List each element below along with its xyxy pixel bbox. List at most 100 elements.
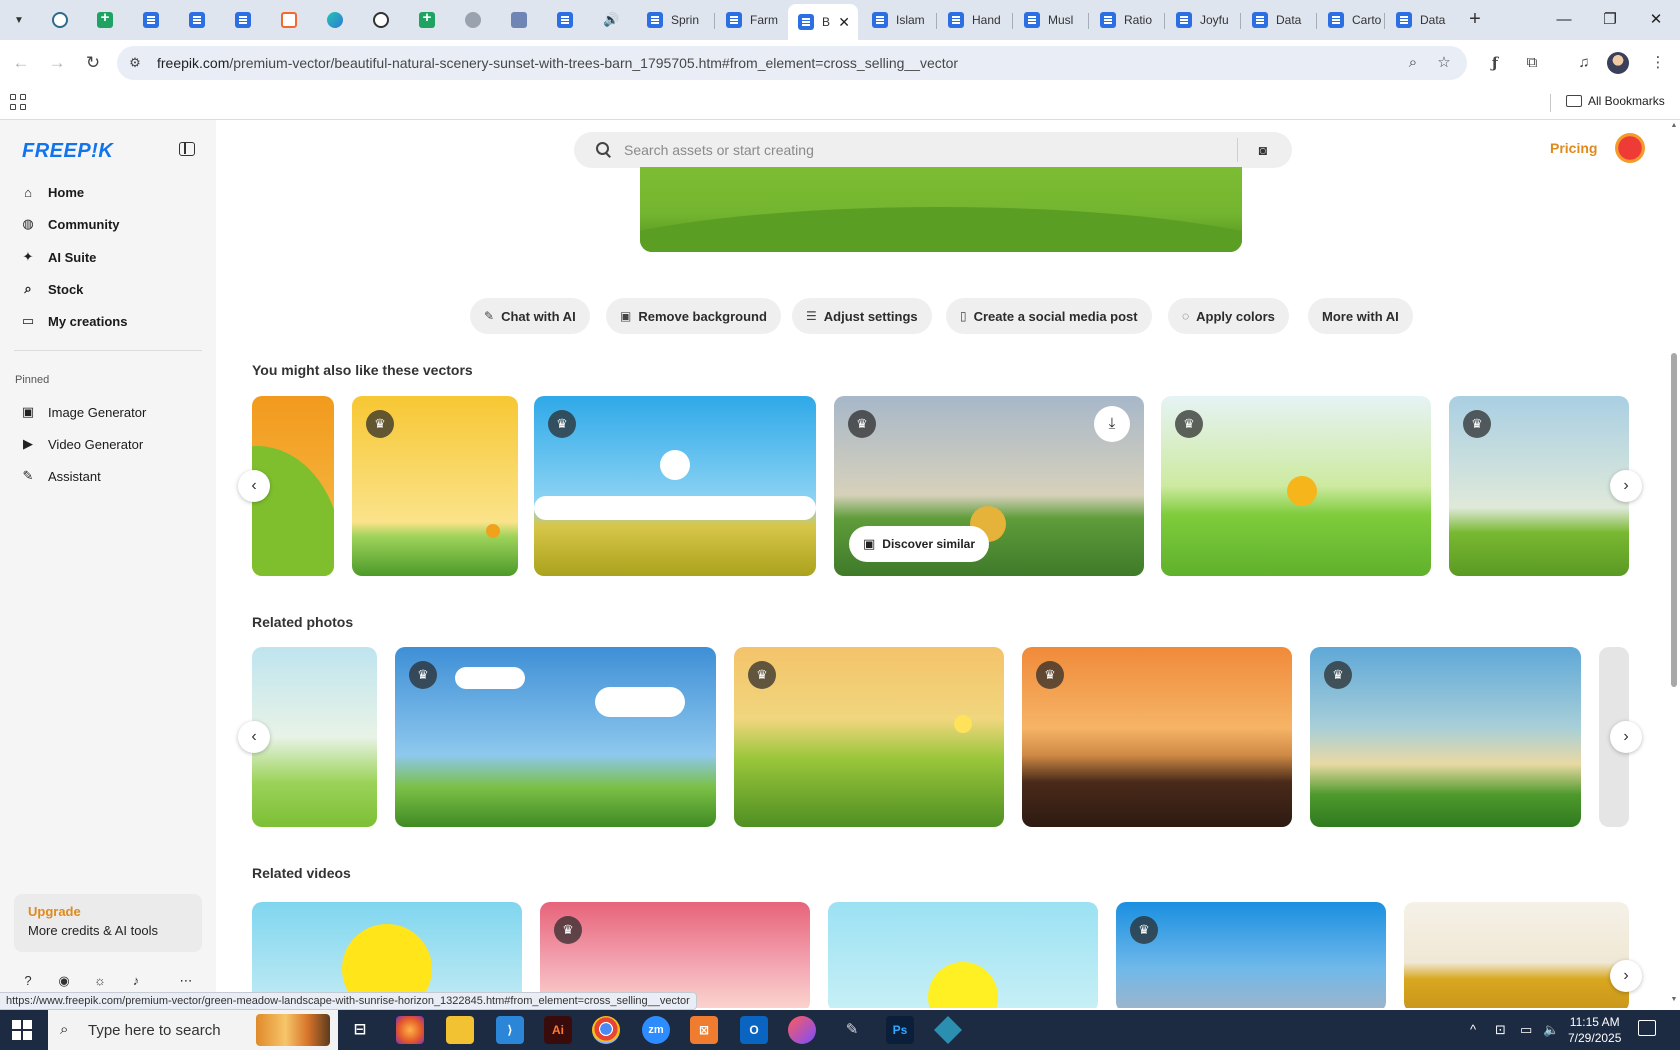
reload-button[interactable]: ↻ <box>80 50 106 76</box>
pinned-tab-wordpress[interactable] <box>47 8 73 32</box>
sidebar-item-community[interactable]: ◍ Community <box>14 209 202 239</box>
creative-cloud-icon[interactable] <box>788 1016 816 1044</box>
photo-card[interactable]: ♛ <box>734 647 1004 827</box>
camera-search-icon[interactable]: ◙ <box>1254 141 1272 159</box>
browser-menu-icon[interactable]: ⋮ <box>1645 50 1671 76</box>
photos-next-button[interactable]: › <box>1610 721 1642 753</box>
extensions-puzzle-icon[interactable]: ⧉ <box>1519 50 1545 76</box>
address-bar[interactable]: ⚙ freepik.com/premium-vector/beautiful-n… <box>117 46 1467 80</box>
pinned-tab-sheets[interactable] <box>92 8 118 32</box>
tab-search-button[interactable]: ▼ <box>6 8 32 32</box>
sidebar-item-my-creations[interactable]: ▭ My creations <box>14 306 202 336</box>
taskbar-search-box[interactable]: ⌕ Type here to search <box>48 1010 338 1050</box>
new-tab-button[interactable]: + <box>1462 8 1488 32</box>
chat-with-ai-button[interactable]: ✎ Chat with AI <box>470 298 590 334</box>
video-card[interactable]: ♛ <box>1116 902 1386 1008</box>
pricing-link[interactable]: Pricing <box>1550 140 1597 156</box>
pinned-tab-docs[interactable] <box>138 8 164 32</box>
adjust-settings-button[interactable]: ☰ Adjust settings <box>792 298 932 334</box>
illustrator-icon[interactable]: Ai <box>544 1016 572 1044</box>
xampp-icon[interactable]: ⊠ <box>690 1016 718 1044</box>
more-with-ai-button[interactable]: More with AI <box>1308 298 1413 334</box>
photo-card[interactable] <box>252 647 377 827</box>
scroll-down-icon[interactable]: ▼ <box>1670 996 1678 1003</box>
extension-icon[interactable]: ƒ <box>1482 50 1508 76</box>
minimize-button[interactable]: — <box>1546 8 1582 32</box>
tab[interactable]: Carto <box>1318 6 1392 34</box>
photoshop-icon[interactable]: Ps <box>886 1016 914 1044</box>
remove-background-button[interactable]: ▣ Remove background <box>606 298 781 334</box>
firefox-icon[interactable] <box>396 1016 424 1044</box>
notification-bell-icon[interactable]: ♪ <box>127 972 145 990</box>
page-scrollbar[interactable]: ▲ ▼ <box>1668 120 1680 1008</box>
scroll-up-icon[interactable]: ▲ <box>1670 122 1678 129</box>
pinned-tab-chatgpt[interactable] <box>368 8 394 32</box>
tab[interactable]: Data <box>1386 6 1452 34</box>
vector-card[interactable]: ♛ <box>352 396 518 576</box>
tab[interactable]: Sprin <box>637 6 711 34</box>
pen-tool-icon[interactable]: ✎ <box>838 1016 866 1044</box>
pinned-tab-docs[interactable] <box>552 8 578 32</box>
forward-button[interactable]: → <box>44 50 70 76</box>
videos-next-button[interactable]: › <box>1610 960 1642 992</box>
vectors-next-button[interactable]: › <box>1610 470 1642 502</box>
create-social-post-button[interactable]: ▯ Create a social media post <box>946 298 1152 334</box>
vectors-prev-button[interactable]: ‹ <box>238 470 270 502</box>
tab[interactable]: Islam <box>862 6 936 34</box>
pinned-tab-orange[interactable] <box>276 8 302 32</box>
vscode-icon[interactable]: ⟩ <box>496 1016 524 1044</box>
freepik-logo[interactable]: FREEP!K <box>22 140 113 163</box>
vector-card[interactable]: ♛ <box>534 396 816 576</box>
all-bookmarks-button[interactable]: All Bookmarks <box>1566 94 1665 108</box>
more-options-icon[interactable]: ⋯ <box>177 972 195 990</box>
tray-overflow-icon[interactable]: ^ <box>1470 1022 1476 1037</box>
vector-card[interactable]: ♛ <box>1449 396 1629 576</box>
video-card[interactable] <box>828 902 1098 1008</box>
profile-avatar[interactable] <box>1607 52 1629 74</box>
pinned-tab-sheets[interactable] <box>414 8 440 32</box>
scrollbar-thumb[interactable] <box>1671 353 1677 687</box>
outlook-icon[interactable]: O <box>740 1016 768 1044</box>
system-clock[interactable]: 11:15 AM 7/29/2025 <box>1568 1014 1621 1046</box>
pinned-tab-grid[interactable] <box>506 8 532 32</box>
restore-button[interactable]: ❐ <box>1592 8 1628 32</box>
tab[interactable]: Data <box>1242 6 1316 34</box>
vector-card[interactable]: ♛ <box>1161 396 1431 576</box>
zoom-app-icon[interactable]: zm <box>642 1016 670 1044</box>
video-card[interactable] <box>1404 902 1629 1008</box>
chrome-icon[interactable] <box>592 1016 620 1044</box>
sidebar-item-assistant[interactable]: ✎ Assistant <box>14 461 202 491</box>
apps-grid-icon[interactable] <box>10 94 28 112</box>
pinned-tab-teal[interactable] <box>322 8 348 32</box>
sidebar-item-stock[interactable]: ⌕ Stock <box>14 274 202 304</box>
sidebar-item-image-generator[interactable]: ▣ Image Generator <box>14 397 202 427</box>
close-window-button[interactable]: ✕ <box>1638 8 1674 32</box>
file-explorer-icon[interactable] <box>446 1016 474 1044</box>
zoom-icon[interactable]: ⌕ <box>1403 53 1423 73</box>
apply-colors-button[interactable]: ◌ Apply colors <box>1168 298 1289 334</box>
photos-prev-button[interactable]: ‹ <box>238 721 270 753</box>
tab[interactable]: Joyfu <box>1166 6 1240 34</box>
photo-card[interactable]: ♛ <box>395 647 716 827</box>
sidebar-item-home[interactable]: ⌂ Home <box>14 177 202 207</box>
tab-active[interactable]: B ✕ <box>788 4 858 40</box>
theme-sun-icon[interactable]: ☼ <box>91 972 109 990</box>
tab[interactable]: Hand <box>938 6 1012 34</box>
pinned-tab-docs[interactable] <box>230 8 256 32</box>
notification-center-icon[interactable] <box>1638 1020 1656 1036</box>
close-tab-icon[interactable]: ✕ <box>838 14 850 31</box>
search-input[interactable] <box>624 132 1204 168</box>
app-diamond-icon[interactable] <box>934 1016 962 1044</box>
user-avatar[interactable] <box>1615 133 1645 163</box>
main-asset-image[interactable] <box>640 167 1242 252</box>
discord-icon[interactable]: ◉ <box>55 972 73 990</box>
sidebar-item-video-generator[interactable]: ▶ Video Generator <box>14 429 202 459</box>
tab[interactable]: Musl <box>1014 6 1088 34</box>
back-button[interactable]: ← <box>8 50 34 76</box>
pinned-tab-docs[interactable] <box>184 8 210 32</box>
pinned-tab-audio[interactable]: 🔊 <box>598 8 624 32</box>
tray-app-icon[interactable]: ⊡ <box>1495 1022 1506 1038</box>
url-text[interactable]: freepik.com/premium-vector/beautiful-nat… <box>157 55 958 71</box>
sidebar-item-ai-suite[interactable]: ✦ AI Suite <box>14 242 202 272</box>
photo-card[interactable]: ♛ <box>1310 647 1581 827</box>
